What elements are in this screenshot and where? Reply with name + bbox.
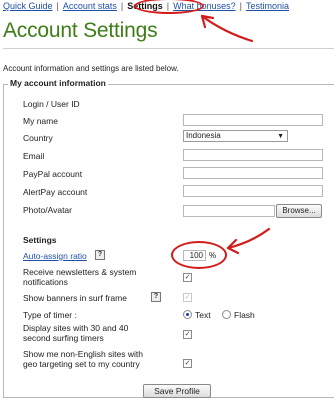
login-label: Login / User ID — [23, 99, 80, 109]
photo-label: Photo/Avatar — [23, 205, 72, 215]
newsletter-label: Receive newsletters & system notificatio… — [23, 267, 137, 287]
annotation-arrow-icon — [200, 14, 254, 43]
nav-account-stats[interactable]: Account stats — [63, 1, 117, 11]
timer-label: Type of timer : — [23, 310, 77, 320]
timer-text-radio[interactable] — [183, 310, 192, 319]
country-selected-value: Indonesia — [186, 131, 221, 140]
help-icon[interactable]: ? — [151, 292, 161, 302]
non-english-checkbox[interactable]: ✓ — [183, 359, 192, 368]
timer-flash-radio[interactable] — [222, 310, 231, 319]
settings-header: Settings — [23, 235, 57, 245]
banners-checkbox[interactable]: ✓ — [183, 293, 192, 302]
paypal-label: PayPal account — [23, 169, 83, 179]
name-field[interactable] — [183, 114, 323, 126]
name-label: My name — [23, 116, 58, 126]
email-label: Email — [23, 151, 45, 161]
browse-button[interactable]: Browse... — [276, 204, 322, 218]
country-select[interactable]: Indonesia ▼ — [183, 130, 288, 142]
non-english-label: Show me non-English sites with geo targe… — [23, 349, 144, 369]
banners-label: Show banners in surf frame — [23, 293, 127, 303]
auto-assign-label: Auto-assign ratio — [23, 251, 87, 261]
nav-separator: | — [56, 1, 59, 11]
timer-text-label: Text — [195, 310, 211, 320]
account-legend: My account information — [8, 78, 108, 88]
nav-separator: | — [120, 1, 124, 11]
email-field[interactable] — [183, 149, 323, 161]
annotation-oval-ratio — [171, 241, 227, 269]
nav-quick-guide[interactable]: Quick Guide — [3, 1, 53, 11]
help-icon[interactable]: ? — [95, 250, 105, 260]
country-label: Country — [23, 133, 53, 143]
alertpay-label: AlertPay account — [23, 187, 88, 197]
intro-text: Account information and settings are lis… — [3, 64, 179, 73]
page-title: Account Settings — [3, 19, 158, 42]
photo-file-field[interactable] — [183, 205, 275, 217]
title-divider — [3, 48, 334, 49]
annotation-arrow-icon — [226, 227, 271, 255]
save-profile-button[interactable]: Save Profile — [143, 384, 211, 398]
paypal-field[interactable] — [183, 167, 323, 179]
auto-assign-link[interactable]: Auto-assign ratio — [23, 251, 87, 261]
timer-flash-label: Flash — [234, 310, 255, 320]
display-sites-label: Display sites with 30 and 40 second surf… — [23, 323, 129, 343]
newsletter-checkbox[interactable]: ✓ — [183, 273, 192, 282]
display-sites-checkbox[interactable]: ✓ — [183, 330, 192, 339]
chevron-down-icon: ▼ — [277, 133, 284, 140]
alertpay-field[interactable] — [183, 185, 323, 197]
